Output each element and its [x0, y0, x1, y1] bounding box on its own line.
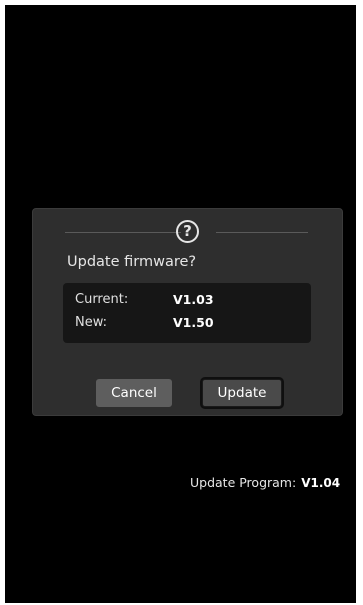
update-program-label: Update Program:: [190, 475, 297, 490]
question-mark-circle-icon: ?: [176, 220, 199, 243]
header-divider-right: [216, 232, 308, 233]
new-version-value: V1.50: [173, 315, 214, 330]
update-program-status: Update Program: V1.04: [190, 475, 340, 490]
app-screen: ? Update firmware? Current: V1.03 New: V…: [5, 5, 356, 603]
header-divider-left: [65, 232, 181, 233]
current-version-value: V1.03: [173, 292, 214, 307]
version-info-box: Current: V1.03 New: V1.50: [63, 283, 311, 343]
firmware-update-dialog: ? Update firmware? Current: V1.03 New: V…: [32, 208, 343, 416]
current-version-row: Current: V1.03: [75, 292, 295, 310]
current-version-label: Current:: [75, 292, 129, 307]
new-version-row: New: V1.50: [75, 315, 295, 333]
update-program-version: V1.04: [301, 476, 341, 490]
dialog-title: Update firmware?: [67, 254, 197, 270]
new-version-label: New:: [75, 315, 108, 330]
cancel-button[interactable]: Cancel: [96, 379, 172, 407]
update-button[interactable]: Update: [202, 379, 282, 407]
